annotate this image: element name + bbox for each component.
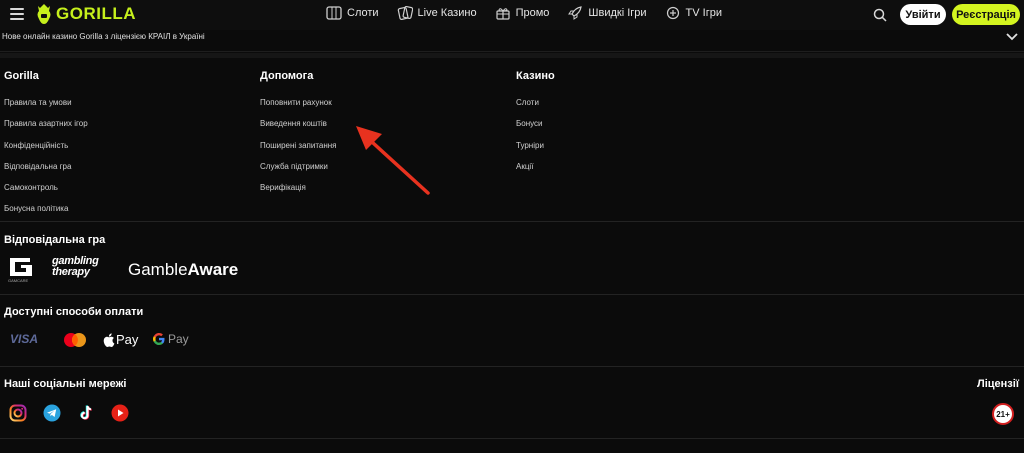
nav-slots-label: Слоти <box>347 7 379 19</box>
nav-tv-games[interactable]: TV Ігри <box>665 6 722 20</box>
licenses-title: Ліцензії <box>977 378 1019 390</box>
nav-promo[interactable]: Промо <box>495 6 550 20</box>
gambleaware-part2: Aware <box>187 260 239 279</box>
youtube-icon[interactable] <box>111 404 129 422</box>
divider <box>0 221 1024 222</box>
logo-text: GORILLA <box>56 4 136 23</box>
nav-slots[interactable]: Слоти <box>326 6 379 20</box>
search-icon[interactable] <box>873 8 887 22</box>
footer-column-title: Допомога <box>260 70 314 82</box>
footer-column-title: Gorilla <box>4 70 39 82</box>
gambleaware-logo[interactable]: GambleAware <box>128 260 238 280</box>
responsible-gaming-title: Відповідальна гра <box>4 234 106 246</box>
footer-link-support[interactable]: Служба підтримки <box>260 162 337 183</box>
footer-link-self-control[interactable]: Самоконтроль <box>4 183 88 204</box>
instagram-icon[interactable] <box>9 404 27 422</box>
top-navigation-bar: GORILLA Слоти Live Казино Промо Швидкі І… <box>0 0 1024 30</box>
nav-promo-label: Промо <box>515 7 550 19</box>
footer-link-faq[interactable]: Поширені запитання <box>260 141 337 162</box>
annotation-arrow <box>356 126 430 195</box>
divider <box>0 366 1024 367</box>
apple-pay-label: Pay <box>116 332 139 347</box>
footer-link-terms[interactable]: Правила та умови <box>4 98 88 119</box>
nav-fast-games-label: Швидкі Ігри <box>588 7 647 19</box>
slots-icon <box>326 6 342 20</box>
menu-icon[interactable] <box>10 8 24 20</box>
section-divider <box>0 53 1024 58</box>
apple-pay-logo: Pay <box>103 332 138 347</box>
gamcare-icon <box>10 258 32 276</box>
footer-link-responsible-gaming[interactable]: Відповідальна гра <box>4 162 88 183</box>
footer-column-gorilla: Gorilla Правила та умови Правила азартни… <box>4 70 88 226</box>
main-nav: Слоти Live Казино Промо Швидкі Ігри TV І… <box>326 6 722 20</box>
gamcare-logo[interactable]: GAMCARE <box>8 256 36 283</box>
telegram-icon[interactable] <box>43 404 61 422</box>
license-info-text: Нове онлайн казино Gorilla з ліцензією К… <box>2 32 205 41</box>
footer-link-promotions[interactable]: Акції <box>516 162 555 183</box>
google-pay-label: Pay <box>168 332 189 346</box>
google-pay-logo: Pay <box>152 332 189 346</box>
divider <box>0 294 1024 295</box>
footer-link-tournaments[interactable]: Турніри <box>516 141 555 162</box>
divider <box>0 438 1024 439</box>
footer-link-deposit[interactable]: Поповнити рахунок <box>260 98 337 119</box>
payments-title: Доступні способи оплати <box>4 306 144 318</box>
nav-fast-games[interactable]: Швидкі Ігри <box>567 6 647 20</box>
rocket-icon <box>568 6 583 20</box>
gamcare-label: GAMCARE <box>8 278 29 283</box>
tiktok-icon[interactable] <box>77 404 95 422</box>
footer-link-slots[interactable]: Слоти <box>516 98 555 119</box>
age-restriction-badge: 21+ <box>992 403 1014 425</box>
tv-icon <box>666 6 679 20</box>
footer-link-bonus-policy[interactable]: Бонусна політика <box>4 204 88 225</box>
site-logo[interactable]: GORILLA <box>36 4 136 24</box>
nav-live-casino[interactable]: Live Казино <box>397 6 477 20</box>
footer-column-casino: Казино Слоти Бонуси Турніри Акції <box>516 70 555 183</box>
footer-link-gambling-rules[interactable]: Правила азартних ігор <box>4 119 88 140</box>
register-button[interactable]: Реєстрація <box>952 4 1020 25</box>
gambleaware-part1: Gamble <box>128 260 188 279</box>
footer-column-help: Допомога Поповнити рахунок Виведення кош… <box>260 70 337 204</box>
footer-link-verification[interactable]: Верифікація <box>260 183 337 204</box>
apple-icon <box>103 332 115 347</box>
nav-live-casino-label: Live Казино <box>417 7 477 19</box>
social-title: Наші соціальні мережі <box>4 378 127 390</box>
mastercard-logo <box>62 332 88 348</box>
cards-icon <box>397 6 413 20</box>
license-info-strip[interactable]: Нове онлайн казино Gorilla з ліцензією К… <box>0 30 1024 52</box>
google-icon <box>153 333 165 345</box>
footer-link-privacy[interactable]: Конфіденційність <box>4 141 88 162</box>
nav-tv-games-label: TV Ігри <box>685 7 722 19</box>
visa-logo: VISA <box>10 332 39 346</box>
footer-link-withdrawal[interactable]: Виведення коштів <box>260 119 337 140</box>
gift-icon <box>495 8 510 20</box>
footer-column-title: Казино <box>516 70 555 82</box>
mastercard-icon <box>64 333 86 347</box>
chevron-down-icon[interactable] <box>1006 32 1018 42</box>
footer-link-bonuses[interactable]: Бонуси <box>516 119 555 140</box>
gambling-therapy-logo[interactable]: gambling therapy <box>52 256 110 278</box>
gorilla-logo-icon <box>37 4 51 24</box>
gambling-therapy-line2: therapy <box>52 266 90 278</box>
login-button[interactable]: Увійти <box>900 4 946 25</box>
